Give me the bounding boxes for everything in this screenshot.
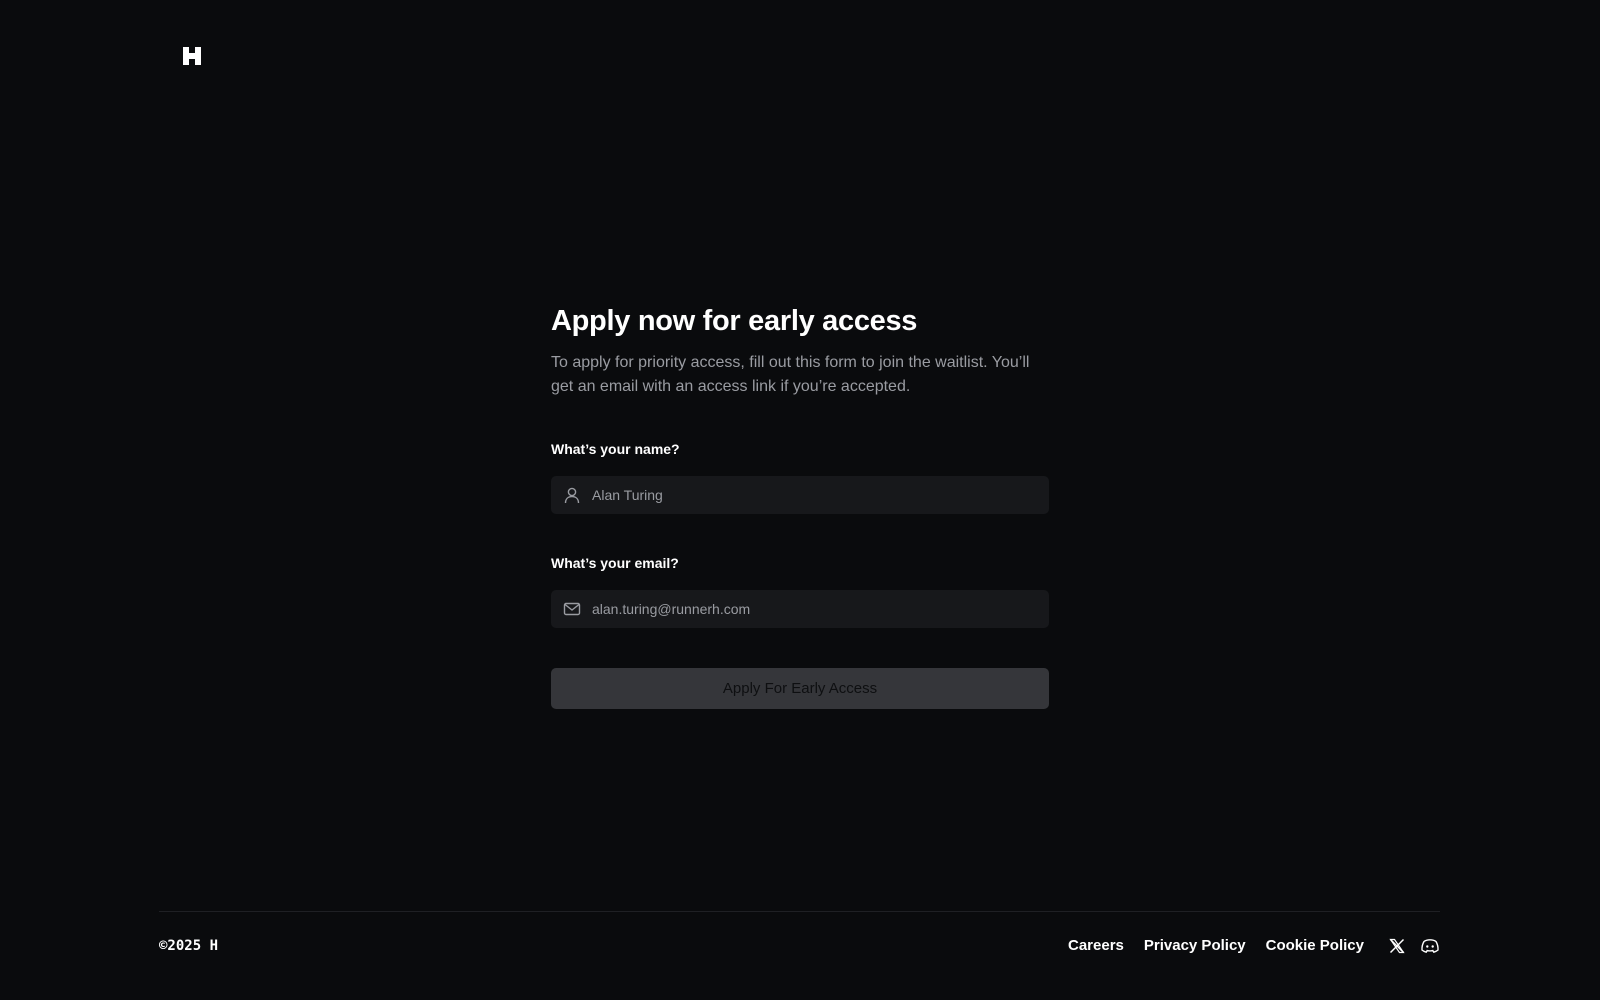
page-title: Apply now for early access <box>551 305 918 337</box>
privacy-policy-link[interactable]: Privacy Policy <box>1144 937 1246 955</box>
careers-link[interactable]: Careers <box>1068 937 1124 955</box>
page: Apply now for early access To apply for … <box>0 0 1600 1000</box>
early-access-form: Apply now for early access To apply for … <box>551 303 1049 709</box>
name-field-box[interactable] <box>551 476 1049 514</box>
social-links <box>1388 937 1440 955</box>
email-field-box[interactable] <box>551 590 1049 628</box>
name-input[interactable] <box>592 476 1049 514</box>
h-logo-shape <box>183 47 201 65</box>
discord-icon[interactable] <box>1420 937 1440 955</box>
name-label: What’s your name? <box>551 441 680 457</box>
page-subtitle: To apply for priority access, fill out t… <box>551 354 1030 395</box>
copyright-text: ©2025 H <box>159 938 219 954</box>
email-input[interactable] <box>592 590 1049 628</box>
cookie-policy-link[interactable]: Cookie Policy <box>1266 937 1364 955</box>
x-icon[interactable] <box>1388 937 1408 955</box>
footer-divider <box>159 911 1440 912</box>
footer-nav: Careers Privacy Policy Cookie Policy <box>1068 937 1364 955</box>
email-label: What’s your email? <box>551 555 679 571</box>
apply-button[interactable]: Apply For Early Access <box>551 668 1049 709</box>
h-logo-icon[interactable] <box>183 47 201 65</box>
mail-icon <box>563 600 581 618</box>
user-icon <box>563 486 581 504</box>
